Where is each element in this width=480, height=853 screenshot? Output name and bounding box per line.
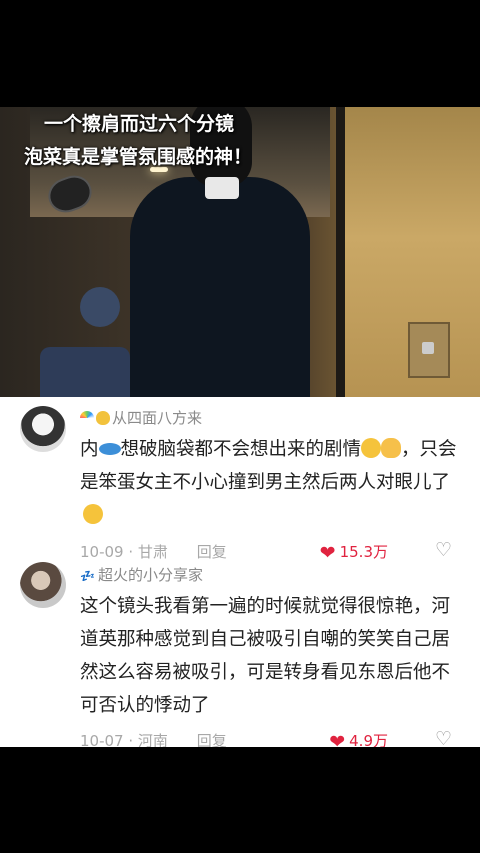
sleep-zz-icon: 💤 xyxy=(80,569,95,583)
like-count: 4.9万 xyxy=(349,732,388,747)
smiling-face-emoji-icon xyxy=(83,504,103,524)
man-in-suit xyxy=(130,177,310,397)
comment-text: 这个镜头我看第一遍的时候就觉得很惊艳，河道英那种感觉到自己被吸引自嘲的笑笑自己居… xyxy=(80,596,451,716)
comment-username[interactable]: 从四面八方来 xyxy=(80,407,202,428)
seat-shape xyxy=(40,347,130,397)
reply-button[interactable]: 回复 xyxy=(197,543,227,561)
like-count: 15.3万 xyxy=(339,543,388,561)
comment-username[interactable]: 💤 超火的小分享家 xyxy=(80,564,203,585)
like-button[interactable]: ❤ 15.3万 xyxy=(320,541,388,564)
avatar[interactable] xyxy=(20,406,66,452)
comment-list[interactable]: 从四面八方来 内想破脑袋都不会想出来的剧情 ，只会是笨蛋女主不小心撞到男主然后两人… xyxy=(0,397,480,747)
wall-panel xyxy=(408,322,450,378)
passenger-shape xyxy=(80,287,120,327)
video-caption-line2: 泡菜真是掌管氛围感的神！ xyxy=(24,146,253,168)
broken-heart-icon[interactable]: ♡ xyxy=(435,539,452,561)
reply-button[interactable]: 回复 xyxy=(197,732,227,747)
money-bag-badge-icon xyxy=(96,411,110,425)
heart-icon: ❤ xyxy=(329,731,346,747)
comment-meta: 10-07 · 河南 回复 ❤ 4.9万 ♡ xyxy=(80,728,460,747)
avatar[interactable] xyxy=(20,562,66,608)
broken-heart-icon[interactable]: ♡ xyxy=(435,728,452,747)
comment-meta: 10-09 · 甘肃 回复 ❤ 15.3万 ♡ xyxy=(80,539,452,564)
laughing-emoji-icon xyxy=(361,438,382,458)
man-collar xyxy=(205,177,239,199)
ok-hand-emoji-icon xyxy=(381,438,402,458)
heart-icon: ❤ xyxy=(319,542,336,564)
video-caption-line1: 一个擦肩而过六个分镜 xyxy=(44,113,235,135)
rainbow-badge-icon xyxy=(80,411,94,425)
comment-text: 内想破脑袋都不会想出来的剧情 ，只会是笨蛋女主不小心撞到男主然后两人对眼儿了 xyxy=(80,433,460,532)
like-button[interactable]: ❤ 4.9万 xyxy=(329,730,388,747)
fish-emoji-icon xyxy=(98,443,121,455)
